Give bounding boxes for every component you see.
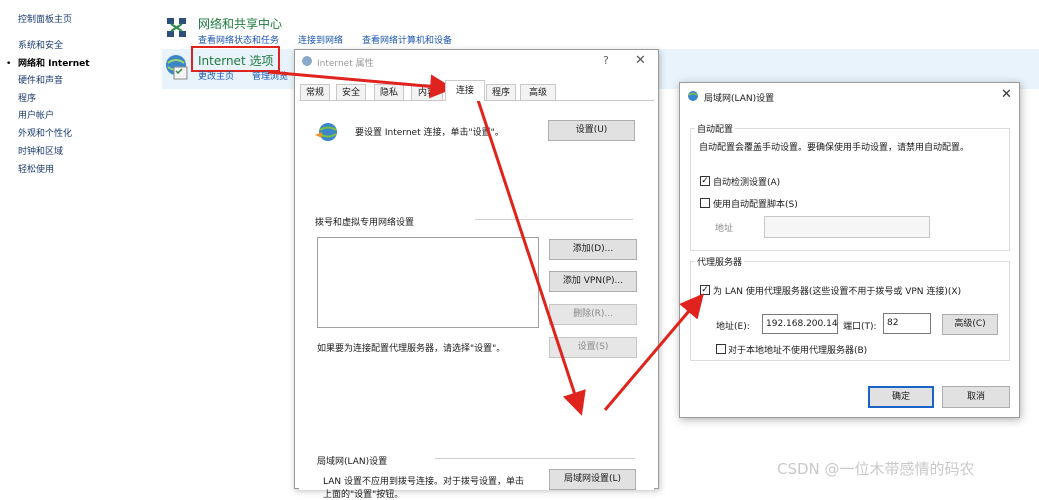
annotation-arrows bbox=[267, 70, 704, 416]
arrow-to-connections-tab bbox=[267, 70, 454, 99]
arrow-to-proxy-settings bbox=[603, 293, 704, 411]
tab-connections[interactable]: 连接 bbox=[445, 80, 485, 101]
watermark-text: CSDN @一位木带感情的码农 bbox=[777, 460, 975, 478]
arrow-to-lan-button bbox=[476, 99, 586, 416]
